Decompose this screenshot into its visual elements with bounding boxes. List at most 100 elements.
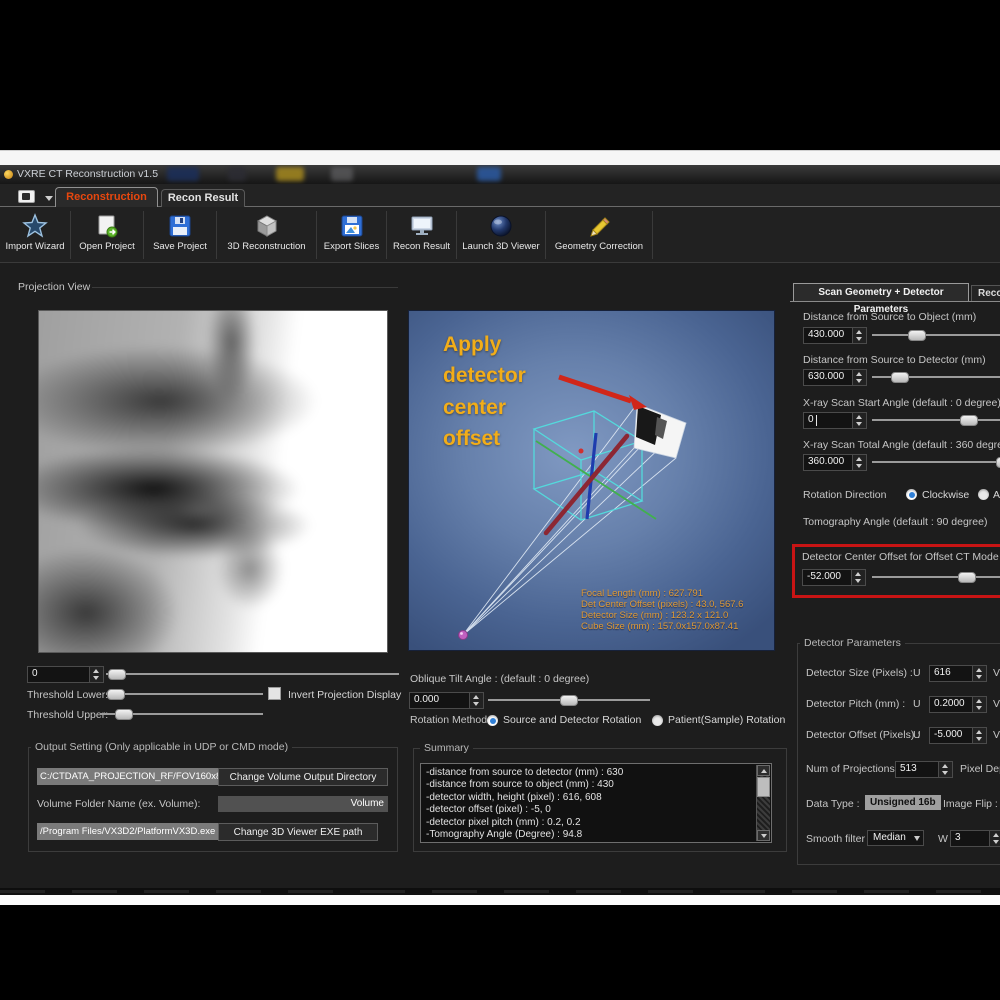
scroll-up-arrow[interactable] [757, 765, 770, 776]
viewer-exe-path-field[interactable]: /Program Files/VX3D2/PlatformVX3D.exe [37, 823, 218, 840]
threshold-lower-slider[interactable] [106, 686, 263, 701]
app-icon [4, 170, 13, 179]
param-spinner[interactable]: 630.000 [803, 369, 867, 386]
u-label: U [913, 698, 921, 710]
rotation-direction-radio-anticlockwise[interactable] [978, 489, 989, 500]
oblique-tilt-slider[interactable] [488, 692, 650, 707]
annotation-line: center [443, 396, 506, 420]
offset-ct-slider[interactable] [872, 569, 1000, 584]
param-spinner[interactable]: 360.000 [803, 454, 867, 471]
annotation-line: offset [443, 427, 500, 451]
rotation-direction-radio-clockwise[interactable] [906, 489, 917, 500]
toolbar-dropdown-caret[interactable] [45, 196, 53, 201]
slider-handle[interactable] [560, 695, 578, 706]
detector-size-u-spinner[interactable]: 616 [929, 665, 987, 682]
param-label: Distance from Source to Object (mm) [803, 311, 976, 323]
spinner-arrows[interactable] [852, 413, 866, 428]
slider-handle[interactable] [960, 415, 978, 426]
slider-handle[interactable] [107, 689, 125, 700]
change-viewer-exe-button[interactable]: Change 3D Viewer EXE path [218, 823, 378, 841]
floppy-export-icon [339, 213, 365, 239]
launch-3d-viewer-button[interactable]: Launch 3D Viewer [457, 211, 546, 259]
oblique-tilt-spinner[interactable]: 0.000 [409, 692, 484, 709]
spinner-arrows[interactable] [852, 328, 866, 343]
param-spinner[interactable]: 430.000 [803, 327, 867, 344]
viewer-overlay-line: Cube Size (mm) : 157.0x157.0x87.41 [581, 621, 738, 632]
export-slices-button[interactable]: Export Slices [317, 211, 387, 259]
w-spinner[interactable]: 3 [950, 830, 1000, 847]
change-volume-dir-button[interactable]: Change Volume Output Directory [218, 768, 388, 786]
spinner-arrows[interactable] [469, 693, 483, 708]
annotation-line: Apply [443, 333, 501, 357]
param-slider[interactable] [872, 454, 1000, 469]
slider-handle[interactable] [115, 709, 133, 720]
spinner-arrows[interactable] [89, 667, 103, 682]
right-tab-recon[interactable]: Recon [971, 285, 1000, 301]
threshold-lower-label: Threshold Lower: [27, 689, 108, 701]
num-projections-spinner[interactable]: 513 [895, 761, 953, 778]
app-window: VXRE CT Reconstruction v1.5 Reconstructi… [0, 165, 1000, 888]
param-slider[interactable] [872, 327, 1000, 342]
detector-offset-u-spinner[interactable]: -5.000 [929, 727, 987, 744]
quick-access-button[interactable] [18, 190, 35, 203]
sphere-icon [488, 213, 514, 239]
detector-row-label: Detector Offset (Pixels) : [806, 729, 920, 741]
summary-line: -distance from source to object (mm) : 4… [426, 779, 753, 791]
spinner-arrows[interactable] [852, 370, 866, 385]
projection-xray-view[interactable] [38, 310, 388, 653]
spinner-arrows[interactable] [852, 455, 866, 470]
spinner-arrows[interactable] [972, 728, 986, 743]
slider-handle[interactable] [958, 572, 976, 583]
summary-line: -distance from source to detector (mm) :… [426, 767, 753, 779]
param-spinner[interactable]: 0 [803, 412, 867, 429]
annotation-line: detector [443, 364, 526, 388]
scan-geometry-3d-viewer[interactable]: Apply detector center offset Focal Lengt… [408, 310, 775, 651]
recon-result-button[interactable]: Recon Result [387, 211, 457, 259]
u-label: U [913, 667, 921, 679]
detector-pitch-u-spinner[interactable]: 0.2000 [929, 696, 987, 713]
param-slider[interactable] [872, 369, 1000, 384]
volume-folder-name-input[interactable]: Volume [218, 796, 388, 812]
smooth-filter-dropdown[interactable]: Median [867, 830, 924, 846]
frame-index-spinner[interactable]: 0 [27, 666, 104, 683]
open-project-button[interactable]: Open Project [71, 211, 144, 259]
viewer-overlay-line: Detector Size (mm) : 123.2 x 121.0 [581, 610, 728, 621]
window-title: VXRE CT Reconstruction v1.5 [17, 168, 158, 180]
summary-text: -distance from source to detector (mm) :… [426, 767, 753, 841]
spinner-arrows[interactable] [972, 666, 986, 681]
rotation-method-option1: Source and Detector Rotation [503, 714, 641, 726]
spinner-arrows[interactable] [972, 697, 986, 712]
offset-ct-spinner[interactable]: -52.000 [802, 569, 866, 586]
threshold-upper-slider[interactable] [100, 706, 263, 721]
geometry-correction-button[interactable]: Geometry Correction [546, 211, 653, 259]
scrollbar-thumb[interactable] [757, 777, 770, 797]
slider-handle[interactable] [108, 669, 126, 680]
floppy-disk-icon [167, 213, 193, 239]
tab-recon-result[interactable]: Recon Result [161, 189, 245, 207]
wizard-star-icon [22, 213, 48, 239]
right-tab-scan-geometry[interactable]: Scan Geometry + Detector Parameters [793, 283, 969, 301]
volume-dir-path-field[interactable]: C:/CTDATA_PROJECTION_RF/FOV160x80 [37, 768, 218, 785]
param-slider[interactable] [872, 412, 1000, 427]
data-type-value[interactable]: Unsigned 16b [865, 795, 941, 810]
3d-reconstruction-button[interactable]: 3D Reconstruction [217, 211, 317, 259]
rotation-method-radio-source[interactable] [487, 715, 498, 726]
import-wizard-button[interactable]: Import Wizard [0, 211, 71, 259]
scroll-down-arrow[interactable] [757, 830, 770, 841]
detector-row-label: Detector Size (Pixels) : [806, 667, 913, 679]
spinner-arrows[interactable] [938, 762, 952, 777]
title-bar[interactable]: VXRE CT Reconstruction v1.5 [0, 165, 1000, 184]
slider-handle[interactable] [908, 330, 926, 341]
slider-handle[interactable] [996, 457, 1000, 468]
spinner-arrows[interactable] [989, 831, 1000, 846]
save-project-button[interactable]: Save Project [144, 211, 217, 259]
frame-index-slider[interactable] [106, 666, 399, 681]
tab-reconstruction[interactable]: Reconstruction [55, 187, 158, 207]
offset-ct-label: Detector Center Offset for Offset CT Mod… [802, 551, 1000, 563]
slider-handle[interactable] [891, 372, 909, 383]
rotation-method-radio-patient[interactable] [652, 715, 663, 726]
summary-textbox[interactable]: -distance from source to detector (mm) :… [420, 763, 772, 843]
spinner-arrows[interactable] [851, 570, 865, 585]
xray-image [38, 310, 388, 653]
invert-projection-checkbox[interactable] [268, 687, 281, 700]
